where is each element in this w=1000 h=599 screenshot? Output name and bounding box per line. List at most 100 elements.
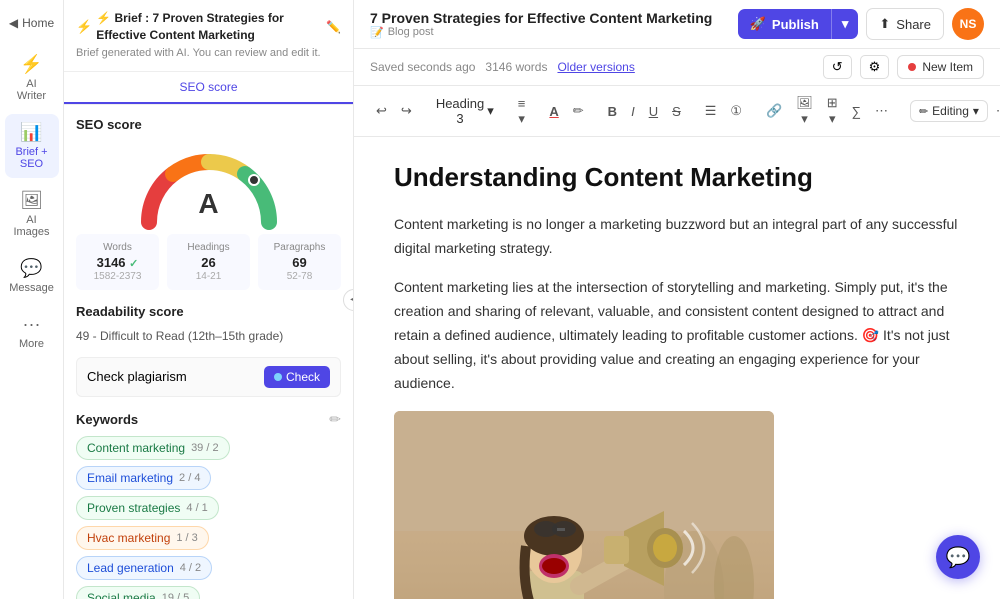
- home-arrow-icon: ◀: [9, 16, 18, 30]
- sidebar-item-label: Brief + SEO: [11, 146, 53, 170]
- keyword-text: Proven strategies: [87, 501, 180, 515]
- numbered-list-button[interactable]: ①: [724, 99, 748, 123]
- heading-label: Heading 3: [436, 96, 484, 126]
- keyword-count: 39 / 2: [191, 442, 219, 454]
- undo-button[interactable]: ↩: [370, 99, 393, 123]
- content-heading-1: Understanding Content Marketing: [394, 161, 960, 195]
- bold-button[interactable]: B: [602, 100, 623, 123]
- strikethrough-button[interactable]: S: [666, 100, 687, 123]
- status-right: ↺ ⚙ New Item: [823, 55, 984, 79]
- content-paragraph-2: Content marketing lies at the intersecti…: [394, 276, 960, 395]
- bullet-list-button[interactable]: ☰: [699, 99, 723, 123]
- sidebar-item-ai-writer[interactable]: ⚡ AI Writer: [5, 46, 59, 110]
- status-left: Saved seconds ago 3146 words Older versi…: [370, 60, 635, 74]
- content-image-svg: [394, 411, 774, 599]
- settings-button[interactable]: ⚙: [860, 55, 890, 79]
- sidebar-item-message[interactable]: 💬 Message: [5, 250, 59, 302]
- editing-chevron-icon: ▾: [973, 104, 979, 118]
- brief-seo-icon: 📊: [20, 122, 42, 143]
- new-item-button[interactable]: New Item: [897, 55, 984, 79]
- stat-words-value: 3146 ✓: [80, 255, 155, 270]
- panel-tabs: SEO score: [64, 72, 353, 105]
- sidebar-item-ai-images[interactable]: 🖼 AI Images: [5, 182, 59, 246]
- keyword-text: Lead generation: [87, 561, 174, 575]
- formula-button[interactable]: ∑: [846, 100, 867, 123]
- keyword-count: 2 / 4: [179, 472, 200, 484]
- list-item: Email marketing 2 / 4: [76, 466, 211, 490]
- italic-button[interactable]: I: [625, 100, 641, 123]
- share-icon: ⬆: [879, 16, 890, 32]
- keywords-edit-button[interactable]: ✏: [329, 411, 341, 428]
- list-item: Proven strategies 4 / 1: [76, 496, 219, 520]
- highlight-button[interactable]: ✏: [567, 99, 590, 123]
- chat-bubble-button[interactable]: 💬: [936, 535, 980, 579]
- stat-headings-label: Headings: [171, 242, 246, 253]
- stat-headings: Headings 26 14-21: [167, 234, 250, 290]
- stat-paragraphs-range: 52-78: [262, 271, 337, 282]
- saved-text: Saved seconds ago: [370, 60, 475, 74]
- editor-area: 7 Proven Strategies for Effective Conten…: [354, 0, 1000, 599]
- gauge-container: A: [76, 142, 341, 222]
- format-bar: ↩ ↪ Heading 3 ▾ ≡ ▾ A ✏ B I U S ☰ ① 🔗 🖼 …: [354, 86, 1000, 137]
- left-panel: ⚡ ⚡ Brief : 7 Proven Strategies for Effe…: [64, 0, 354, 599]
- sidebar-item-label: AI Images: [11, 214, 53, 238]
- refresh-button[interactable]: ↺: [823, 55, 852, 79]
- underline-button[interactable]: U: [643, 100, 664, 123]
- publish-button[interactable]: 🚀 Publish ▾: [738, 9, 859, 39]
- readability-title: Readability score: [76, 304, 341, 319]
- tab-seo-score[interactable]: SEO score: [64, 72, 353, 104]
- editor-content[interactable]: Understanding Content Marketing Content …: [354, 137, 1000, 599]
- brief-title-text: ⚡ Brief : 7 Proven Strategies for Effect…: [96, 10, 322, 44]
- share-button[interactable]: ⬆ Share: [866, 8, 944, 40]
- sidebar-item-brief-seo[interactable]: 📊 Brief + SEO: [5, 114, 59, 178]
- more-options-button[interactable]: ⋯: [869, 99, 894, 123]
- list-item: Social media 19 / 5: [76, 586, 200, 599]
- check-plagiarism-button[interactable]: Check: [264, 366, 330, 388]
- stat-paragraphs-value: 69: [262, 255, 337, 270]
- content-image: [394, 411, 774, 599]
- ai-images-icon: 🖼: [20, 190, 43, 211]
- link-button[interactable]: 🔗: [760, 99, 788, 123]
- stat-words-label: Words: [80, 242, 155, 253]
- align-button[interactable]: ≡ ▾: [512, 92, 532, 131]
- keyword-count: 1 / 3: [176, 532, 197, 544]
- topbar-right: 🚀 Publish ▾ ⬆ Share NS: [738, 8, 984, 40]
- keyword-count: 19 / 5: [162, 592, 190, 599]
- editing-mode-button[interactable]: ✏ Editing ▾: [910, 100, 988, 122]
- redo-button[interactable]: ↪: [395, 99, 418, 123]
- publish-rocket-icon: 🚀: [750, 16, 766, 32]
- image-button[interactable]: 🖼 ▾: [790, 91, 819, 131]
- stat-paragraphs-label: Paragraphs: [262, 242, 337, 253]
- plagiarism-label: Check plagiarism: [87, 369, 187, 384]
- list-item: Lead generation 4 / 2: [76, 556, 212, 580]
- table-button[interactable]: ⊞ ▾: [821, 91, 844, 131]
- publish-label: Publish: [772, 17, 819, 32]
- brief-edit-icon[interactable]: ✏️: [326, 20, 341, 34]
- new-item-label: New Item: [922, 60, 973, 74]
- publish-dropdown-arrow[interactable]: ▾: [831, 9, 859, 39]
- share-label: Share: [896, 17, 931, 32]
- older-versions-link[interactable]: Older versions: [557, 60, 634, 74]
- editor-topbar: 7 Proven Strategies for Effective Conten…: [354, 0, 1000, 49]
- stat-paragraphs: Paragraphs 69 52-78: [258, 234, 341, 290]
- list-item: Hvac marketing 1 / 3: [76, 526, 209, 550]
- document-title: 7 Proven Strategies for Effective Conten…: [370, 10, 712, 26]
- topbar-left: 7 Proven Strategies for Effective Conten…: [370, 10, 712, 39]
- stat-headings-value: 26: [171, 255, 246, 270]
- readability-value: 49 - Difficult to Read (12th–15th grade): [76, 329, 341, 343]
- message-icon: 💬: [20, 258, 42, 279]
- more-icon: ···: [23, 314, 41, 335]
- home-button[interactable]: ◀ Home: [5, 10, 59, 36]
- keyword-count: 4 / 1: [186, 502, 207, 514]
- status-bar: Saved seconds ago 3146 words Older versi…: [354, 49, 1000, 86]
- gauge-grade: A: [198, 188, 218, 220]
- keyword-text: Hvac marketing: [87, 531, 170, 545]
- keyword-text: Content marketing: [87, 441, 185, 455]
- stats-row: Words 3146 ✓ 1582-2373 Headings 26 14-21…: [76, 234, 341, 290]
- editing-pencil-icon: ✏: [919, 105, 928, 118]
- toolbar-overflow-button[interactable]: ⋯: [990, 99, 1000, 123]
- chat-icon: 💬: [946, 545, 971, 570]
- text-color-button[interactable]: A: [543, 100, 564, 123]
- heading-selector[interactable]: Heading 3 ▾: [430, 93, 500, 129]
- sidebar-item-more[interactable]: ··· More: [5, 306, 59, 358]
